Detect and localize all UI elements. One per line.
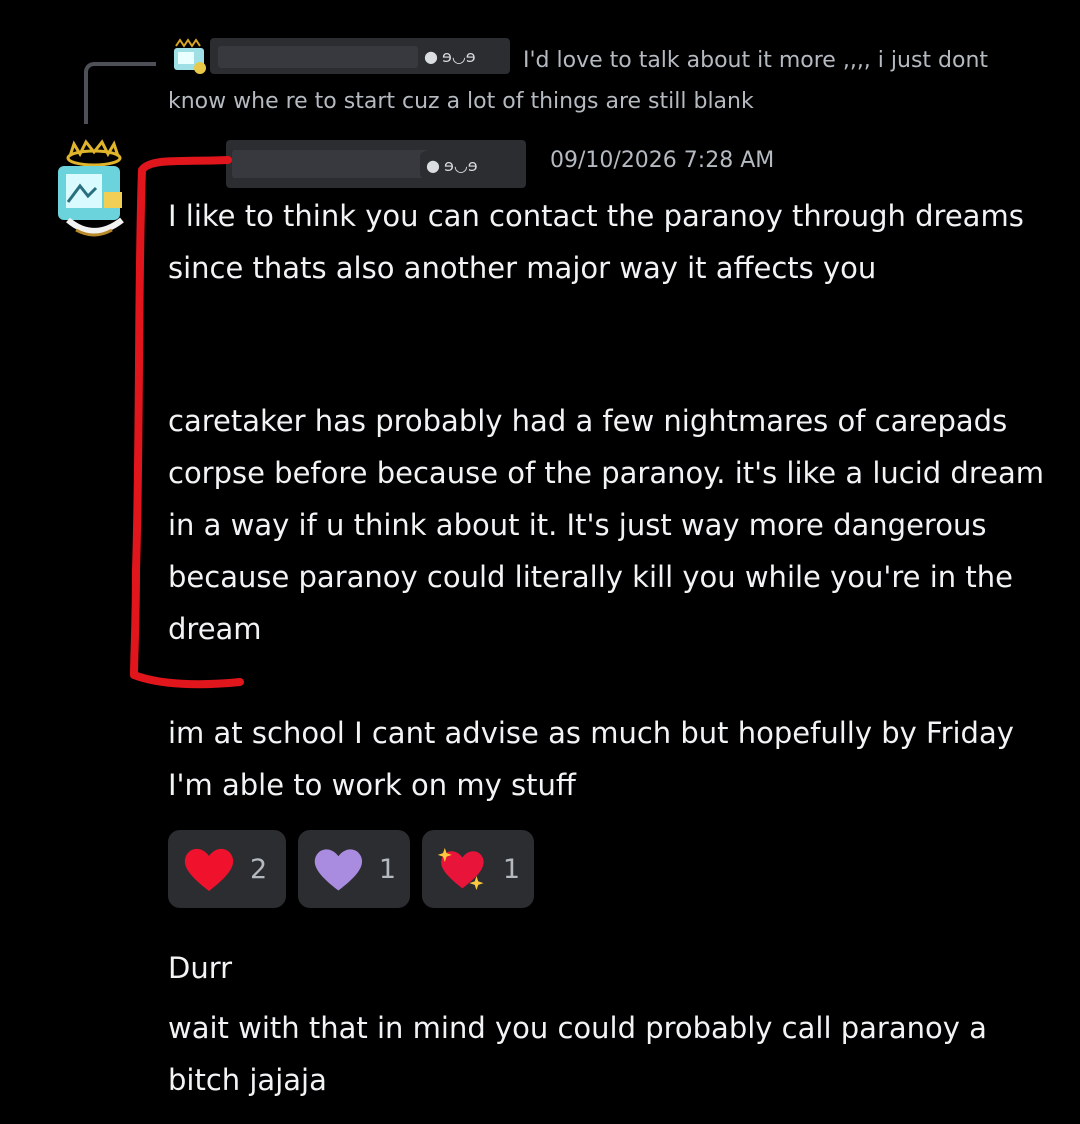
reaction-sparkling-heart[interactable]: 1 (422, 830, 534, 908)
reply-text-content: I'd love to talk about it more ,,,, i ju… (168, 48, 989, 114)
moon-icon: ● (426, 155, 440, 175)
purple-heart-icon (314, 849, 363, 891)
reaction-count: 2 (250, 853, 268, 885)
username-redaction-smudge (232, 150, 428, 178)
reaction-count: 1 (378, 853, 396, 885)
red-heart-icon (184, 848, 234, 891)
message-paragraph-1: I like to think you can contact the para… (168, 199, 1034, 285)
reply-connector (84, 62, 156, 124)
reaction-purple-heart[interactable]: 1 (298, 830, 410, 908)
reaction-bar: 2 1 1 (168, 830, 534, 908)
red-marker-annotation (130, 156, 244, 689)
message-paragraph-3: im at school I cant advise as much but h… (168, 716, 1024, 802)
reply-preview-text[interactable]: I'd love to talk about it more ,,,, i ju… (168, 40, 1048, 122)
server-tag[interactable]: ● ɘ◡ɘ (420, 151, 484, 179)
reaction-red-heart[interactable]: 2 (168, 830, 286, 908)
reaction-count: 1 (502, 853, 520, 885)
message-timestamp: 09/10/2026 7:28 AM (550, 148, 775, 173)
server-tag-text: ɘ◡ɘ (443, 155, 478, 175)
followup-message-2: wait with that in mind you could probabl… (168, 1011, 997, 1097)
message-paragraph-2: caretaker has probably had a few nightma… (168, 404, 1054, 646)
sparkling-heart-icon (437, 847, 484, 891)
followup-message-1: Durr (168, 951, 233, 985)
